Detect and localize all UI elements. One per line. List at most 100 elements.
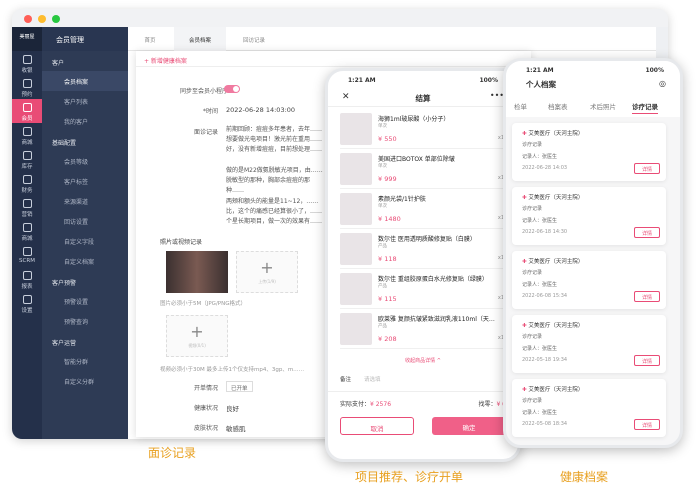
maximize-dot[interactable] xyxy=(52,15,60,23)
menu-group-2[interactable]: 客户预警 xyxy=(42,271,140,291)
menu-group-3[interactable]: 客户运营 xyxy=(42,331,140,351)
header-right: 个人档案 ◎ 检单 档案表 术后照片 诊疗记录 xyxy=(506,75,680,117)
tab-member-file[interactable]: 会员档案 xyxy=(174,27,226,51)
record-tab[interactable]: 档案表 xyxy=(548,101,568,111)
record-card[interactable]: ✚ 艾美医疗（天河主院） 诊疗记录记录人：张医生 2022-05-18 19:34 详… xyxy=(512,315,666,373)
open-tag[interactable]: 已开单 xyxy=(226,381,253,392)
record-card[interactable]: ✚ 艾美医疗（天河主院） 诊疗记录 记录人：张医生 2022-06-18 14:30 详… xyxy=(512,187,666,245)
record-p2[interactable]: 做的是M22做氨脱敏光项目，由……脱敏型的那种，胸部余痘痘的那种…… xyxy=(226,166,326,196)
minimize-dot[interactable] xyxy=(38,15,46,23)
sync-toggle[interactable] xyxy=(224,85,240,93)
detail-button[interactable]: 详情 xyxy=(634,227,660,238)
sidebar-icon xyxy=(22,175,32,184)
menu-item[interactable]: 自定义字段 xyxy=(42,231,140,251)
card-clinic: ✚ 艾美医疗（天河主院） xyxy=(522,321,583,329)
sidebar-item-8[interactable]: SCRM xyxy=(12,243,42,267)
detail-button[interactable]: 详情 xyxy=(634,355,660,366)
tab-home[interactable]: 首页 xyxy=(128,27,172,51)
product-row[interactable]: 欧莱雅 复颜抗皱紧致滋润乳液110ml（天… 产品 ¥ 208 x1 xyxy=(340,311,506,349)
record-card[interactable]: ✚ 艾美医疗（天河主院） 诊疗记录 记录人：张医生 2022-06-28 14:03 详… xyxy=(512,123,666,181)
sidebar-item-5[interactable]: 财务 xyxy=(12,171,42,195)
sidebar-item-6[interactable]: 营销 xyxy=(12,195,42,219)
more-icon[interactable]: ••• xyxy=(490,91,504,100)
confirm-button[interactable]: 确定 xyxy=(432,417,506,435)
status-bar: 1:21 AM 100% xyxy=(328,71,518,85)
record-p3[interactable]: 两颊和额头的能量是11~12，……比，这个的痛感已经算很小了，……个星长期项目，… xyxy=(226,197,326,227)
health-value[interactable]: 良好 xyxy=(226,403,239,413)
clinic-name: 艾美医疗（天河主院） xyxy=(528,131,584,137)
card-date: 2022-06-08 15:34 xyxy=(522,293,568,299)
record-card[interactable]: ✚ 艾美医疗（天河主院） 诊疗记录 记录人：张医生 2022-06-08 15:34 详… xyxy=(512,251,666,309)
product-row[interactable]: 数尔佳 医用透明质酸修复贴（白膜） 产品 ¥ 118 x1 xyxy=(340,231,506,269)
card-recorder: 记录人：张医生 xyxy=(522,346,558,352)
status-battery-right: 100% xyxy=(645,67,664,74)
product-price: ¥ 208 xyxy=(378,335,397,343)
menu-item[interactable]: 来源渠道 xyxy=(42,191,140,211)
upload-photo-label: 上传(1/9) xyxy=(258,279,276,284)
product-name: 美国进口BOTOX 单部位除皱 xyxy=(378,156,455,163)
product-row[interactable]: 素颜光袋/1针护肤 单次 ¥ 1480 x1 xyxy=(340,191,506,229)
pay-text: 实际支付： xyxy=(340,401,371,408)
profile-title: 个人档案 xyxy=(526,80,556,89)
record-tab[interactable]: 术后照片 xyxy=(590,101,616,111)
menu-group-0[interactable]: 客户 xyxy=(42,51,140,71)
video-hint: 视频必须小于30M 最多上传1个仅支持mp4、3gp、m…… xyxy=(160,367,305,373)
record-p1[interactable]: 前期回顾：痘痘多年患者，去年……想要做光电项目！激光前在重用……好，没有新增痘痘… xyxy=(226,125,326,155)
menu-item[interactable]: 会员档案 xyxy=(42,71,140,91)
menu-item[interactable]: 客户标签 xyxy=(42,171,140,191)
card-date: 2022-06-28 14:03 xyxy=(522,165,568,171)
tab-return-visit[interactable]: 回访记录 xyxy=(228,27,280,51)
menu-group-1[interactable]: 基础配置 xyxy=(42,131,140,151)
product-image xyxy=(340,233,372,265)
sidebar-item-0[interactable]: 收银 xyxy=(12,51,42,75)
sidebar-item-4[interactable]: 库存 xyxy=(12,147,42,171)
sidebar-item-7[interactable]: 商城 xyxy=(12,219,42,243)
record-tab[interactable]: 诊疗记录 xyxy=(632,101,658,114)
menu-item[interactable]: 回访设置 xyxy=(42,211,140,231)
photo-thumbnail[interactable] xyxy=(166,251,228,293)
product-price: ¥ 115 xyxy=(378,295,397,303)
time-value[interactable]: 2022-06-28 14:03:00 xyxy=(226,106,295,114)
caption-consult: 面诊记录 xyxy=(148,446,197,460)
record-card[interactable]: ✚ 艾美医疗（天河主院） 诊疗记录 记录人：张医生 2022-05-08 18:34 详… xyxy=(512,379,666,437)
remark-input[interactable]: 请选填 xyxy=(364,375,381,383)
sidebar-item-1[interactable]: 预约 xyxy=(12,75,42,99)
menu-item[interactable]: 客户列表 xyxy=(42,91,140,111)
detail-button[interactable]: 详情 xyxy=(634,291,660,302)
menu-item[interactable]: 自定义档案 xyxy=(42,251,140,271)
card-type: 诊疗记录 xyxy=(522,334,543,340)
sidebar-item-10[interactable]: 设置 xyxy=(12,291,42,315)
upload-photo-button[interactable]: + 上传(1/9) xyxy=(236,251,298,293)
sidebar-item-3[interactable]: 商城 xyxy=(12,123,42,147)
collapse-link[interactable]: 收起商品详情 ^ xyxy=(328,357,518,364)
skin-value[interactable]: 敏感肌 xyxy=(226,423,246,433)
menu-item[interactable]: 会员等级 xyxy=(42,151,140,171)
detail-button[interactable]: 详情 xyxy=(634,163,660,174)
close-dot[interactable] xyxy=(24,15,32,23)
product-name: 素颜光袋/1针护肤 xyxy=(378,196,426,203)
card-type: 诊疗记录 xyxy=(522,398,543,404)
detail-button[interactable]: 详情 xyxy=(634,419,660,430)
nav-bar: ✕ 结算 ••• xyxy=(328,89,518,107)
product-row[interactable]: 美国进口BOTOX 单部位除皱 单次 ¥ 999 x1 xyxy=(340,151,506,189)
card-clinic: ✚ 艾美医疗（天河主院） xyxy=(522,129,583,137)
remark-label: 备注 xyxy=(340,377,352,383)
menu-item[interactable]: 智能分群 xyxy=(42,351,140,371)
record-tab[interactable]: 检单 xyxy=(514,101,527,111)
upload-video-button[interactable]: + 视频(0/1) xyxy=(166,315,228,357)
product-image xyxy=(340,153,372,185)
product-row[interactable]: 数尔佳 重组胶原蛋白水光修复贴（绿膜） 产品 ¥ 115 x1 xyxy=(340,271,506,309)
menu-item[interactable]: 我的客户 xyxy=(42,111,140,131)
caption-health: 健康档案 xyxy=(560,470,609,484)
menu-item[interactable]: 自定义分群 xyxy=(42,371,140,391)
card-date: 2022-05-18 19:34 xyxy=(522,357,568,363)
menu-item[interactable]: 预警查询 xyxy=(42,311,140,331)
sidebar-item-9[interactable]: 报表 xyxy=(12,267,42,291)
cancel-button[interactable]: 取消 xyxy=(340,417,414,435)
card-recorder: 记录人：张医生 xyxy=(522,218,558,224)
menu-item[interactable]: 预警设置 xyxy=(42,291,140,311)
target-icon[interactable]: ◎ xyxy=(659,79,666,88)
sidebar-item-2[interactable]: 会员 xyxy=(12,99,42,123)
product-row[interactable]: 海狮1ml玻尿酸（小分子） 单次 ¥ 550 x1 xyxy=(340,111,506,149)
health-label: 健康状况 xyxy=(193,405,218,412)
